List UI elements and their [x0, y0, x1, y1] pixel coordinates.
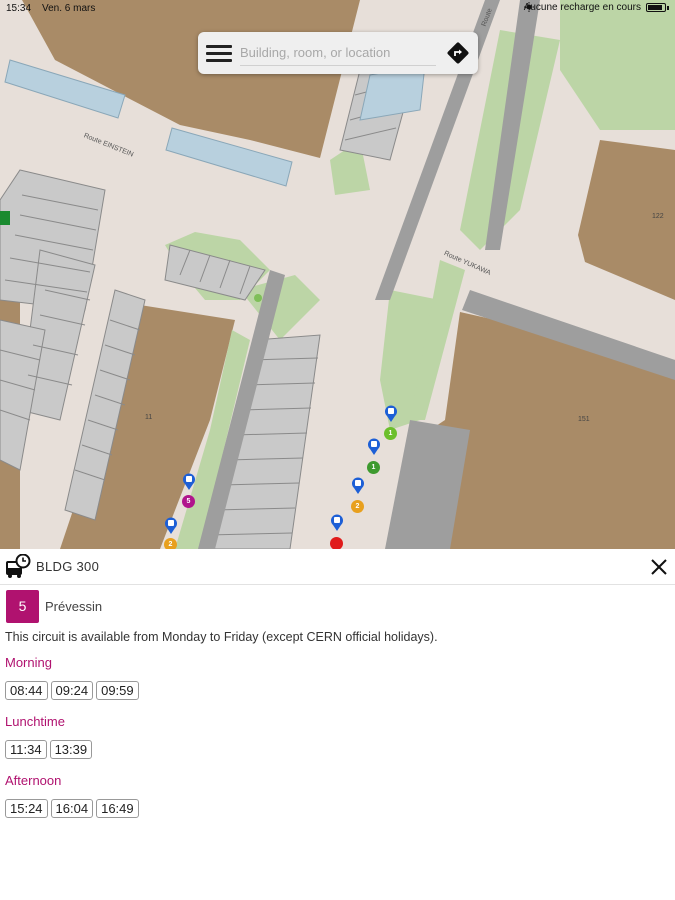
stop-number: 5 [182, 495, 195, 508]
time-chip[interactable]: 16:49 [96, 799, 139, 818]
time-chip[interactable]: 15:24 [5, 799, 48, 818]
section-title-afternoon: Afternoon [5, 773, 62, 788]
panel-header: BLDG 300 [0, 549, 675, 585]
status-date: Ven. 6 mars [42, 3, 96, 14]
directions-icon[interactable] [446, 41, 470, 65]
times-morning: 08:44 09:24 09:59 [5, 681, 139, 700]
bus-stop-marker-icon [368, 438, 380, 455]
search-input[interactable] [240, 40, 436, 66]
campus-map[interactable]: Route EINSTEIN Route YUKAWA Route 122 15… [0, 0, 675, 549]
brightness-icon [523, 2, 534, 12]
bus-clock-icon [6, 554, 31, 578]
battery-tip-icon [667, 5, 669, 10]
bus-stop-marker-icon [385, 405, 397, 422]
close-icon[interactable] [649, 557, 669, 577]
status-bar: 15:34 Ven. 6 mars Aucune recharge en cou… [0, 0, 675, 18]
time-chip[interactable]: 08:44 [5, 681, 48, 700]
status-time: 15:34 [6, 3, 32, 14]
time-chip[interactable]: 09:59 [96, 681, 139, 700]
map-canvas [0, 0, 675, 549]
stop-number: 1 [367, 461, 380, 474]
bus-stop-marker-icon [331, 514, 343, 531]
status-right: Aucune recharge en cours [523, 2, 669, 13]
availability-text: This circuit is available from Monday to… [5, 630, 438, 644]
time-chip[interactable]: 13:39 [49, 740, 93, 759]
line-number-badge: 5 [6, 590, 39, 623]
charging-status: Aucune recharge en cours [523, 2, 641, 13]
time-chip[interactable]: 16:04 [50, 799, 94, 818]
section-title-lunchtime: Lunchtime [5, 714, 65, 729]
hamburger-menu-icon[interactable] [206, 43, 232, 63]
line-name: Prévessin [45, 599, 103, 614]
time-chip[interactable]: 11:34 [5, 740, 47, 759]
stop-number: 1 [384, 427, 397, 440]
battery-icon [646, 3, 666, 12]
time-chip[interactable]: 09:24 [50, 681, 94, 700]
search-bar [198, 32, 478, 74]
stop-number: 2 [164, 538, 177, 549]
panel-title: BLDG 300 [36, 559, 100, 574]
building-label-122: 122 [652, 213, 664, 220]
section-title-morning: Morning [5, 655, 52, 670]
stop-number: 2 [351, 500, 364, 513]
stop-number [330, 537, 343, 549]
bus-stop-marker-icon [165, 517, 177, 534]
times-lunchtime: 11:34 13:39 [5, 740, 93, 759]
bus-schedule-panel: BLDG 300 5 Prévessin This circuit is ava… [0, 549, 675, 900]
building-label-151: 151 [578, 416, 590, 423]
times-afternoon: 15:24 16:04 16:49 [5, 799, 139, 818]
bus-stop-marker-icon [183, 473, 195, 490]
bus-stop-marker-icon [352, 477, 364, 494]
building-label-11: 11 [145, 414, 153, 421]
